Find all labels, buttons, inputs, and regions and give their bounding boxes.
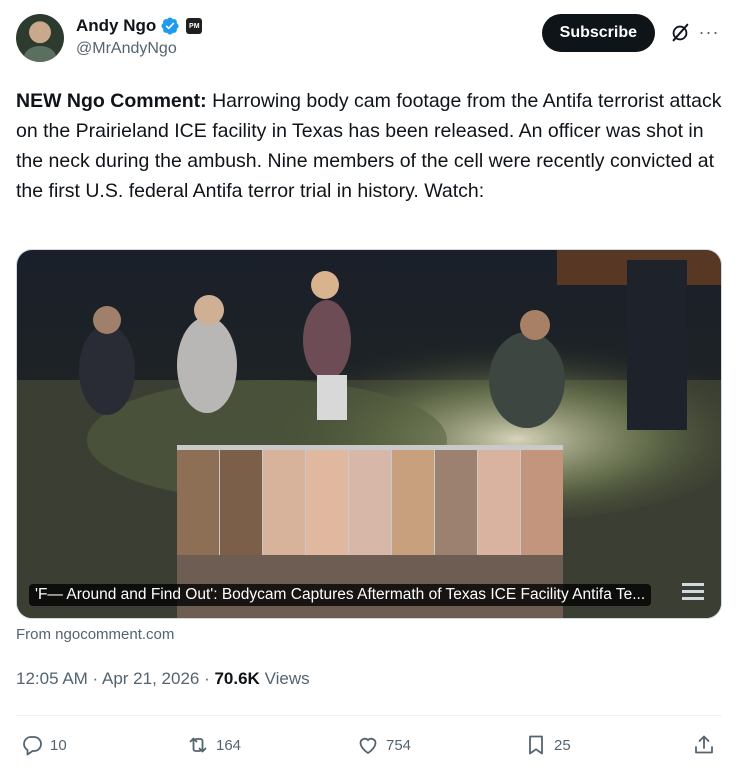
divider [16, 715, 722, 716]
avatar[interactable] [16, 14, 64, 62]
subscribe-button[interactable]: Subscribe [541, 14, 655, 52]
reply-icon [23, 736, 42, 756]
mugshot-row [177, 450, 563, 555]
reply-button[interactable]: 10 [20, 726, 67, 764]
repost-button[interactable]: 164 [186, 726, 241, 764]
bookmark-count: 25 [554, 736, 571, 754]
meta-separator: · [199, 669, 215, 688]
affiliation-badge[interactable]: PM [186, 18, 203, 34]
tweet-text: NEW Ngo Comment: Harrowing body cam foot… [16, 86, 724, 206]
tweet-meta: 12:05 AM · Apr 21, 2026 · 70.6K Views [16, 669, 310, 689]
name-row: Andy Ngo PM [76, 16, 203, 36]
card-title[interactable]: 'F— Around and Find Out': Bodycam Captur… [29, 584, 652, 606]
meta-separator: · [87, 669, 102, 688]
views-count: 70.6K [214, 669, 260, 688]
card-source[interactable]: From ngocomment.com [16, 626, 174, 643]
like-button[interactable]: 754 [356, 726, 411, 764]
reply-count: 10 [50, 736, 67, 754]
display-name[interactable]: Andy Ngo [76, 16, 156, 36]
tweet-lead: NEW Ngo Comment: [16, 90, 207, 112]
share-icon [695, 735, 713, 754]
media-card[interactable]: 'F— Around and Find Out': Bodycam Captur… [16, 249, 722, 619]
heart-icon [359, 737, 377, 754]
article-icon [682, 583, 704, 600]
like-count: 754 [386, 736, 412, 754]
tweet-header: Andy Ngo PM @MrAndyNgo Subscribe ··· [16, 12, 721, 64]
bookmark-icon [529, 735, 543, 755]
handle[interactable]: @MrAndyNgo [76, 40, 177, 58]
verified-badge-icon[interactable] [160, 16, 180, 36]
more-icon[interactable]: ··· [697, 20, 721, 44]
action-bar: 10 164 754 25 [16, 726, 722, 764]
slashed-circle-icon[interactable] [669, 22, 691, 44]
tweet-time[interactable]: 12:05 AM [16, 669, 88, 688]
tweet-date[interactable]: Apr 21, 2026 [102, 669, 199, 688]
repost-count: 164 [216, 736, 242, 754]
views-label: Views [259, 669, 310, 688]
repost-icon [189, 737, 207, 753]
video-thumbnail [17, 250, 721, 618]
bookmark-button[interactable]: 25 [524, 726, 571, 764]
share-button[interactable] [692, 726, 716, 764]
